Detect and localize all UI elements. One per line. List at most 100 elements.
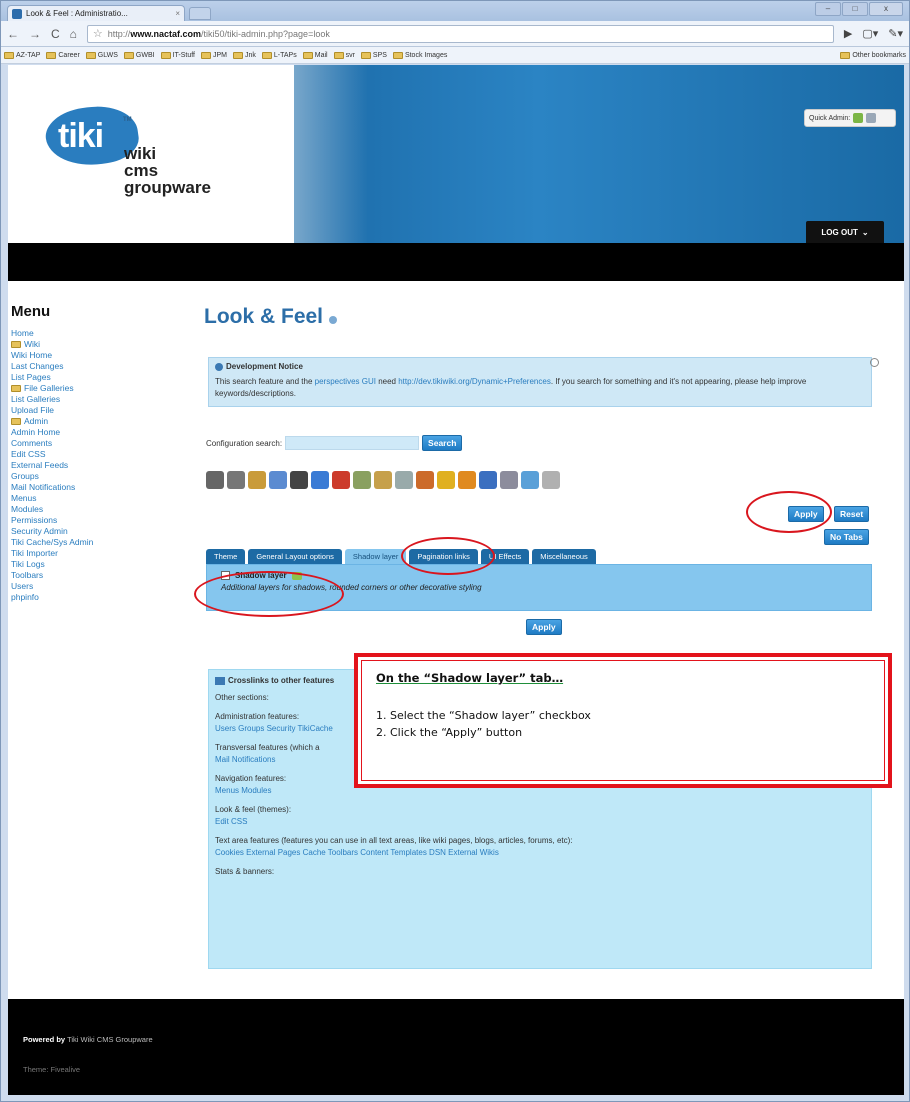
folder-icon <box>360 51 371 59</box>
lookfeel-links[interactable]: Edit CSS <box>215 817 865 826</box>
admin-feature-icon[interactable] <box>395 471 413 489</box>
menu-item[interactable]: Wiki <box>11 339 191 350</box>
address-bar[interactable]: ☆ http://www.nactaf.com/tiki50/tiki-admi… <box>86 24 834 43</box>
bookmark-item[interactable]: IT-Stuff <box>160 51 195 59</box>
menu-item[interactable]: Tiki Logs <box>11 559 191 570</box>
bookmark-item[interactable]: GWBI <box>123 51 155 59</box>
bookmark-item[interactable]: JPM <box>201 51 227 59</box>
admin-feature-icon[interactable] <box>437 471 455 489</box>
minimize-button[interactable]: – <box>815 2 841 16</box>
admin-feature-icon[interactable] <box>206 471 224 489</box>
reload-icon[interactable]: C <box>51 27 60 41</box>
admin-feature-icon[interactable] <box>521 471 539 489</box>
close-window-button[interactable]: x <box>869 2 903 16</box>
dynamic-preferences-link[interactable]: http://dev.tikiwiki.org/Dynamic+Preferen… <box>398 377 551 386</box>
bookmark-item[interactable]: AZ-TAP <box>4 51 40 59</box>
menu-item[interactable]: Mail Notifications <box>11 482 191 493</box>
menu-item[interactable]: Comments <box>11 438 191 449</box>
menu-item[interactable]: Wiki Home <box>11 350 191 361</box>
menu-item[interactable]: Admin <box>11 416 191 427</box>
admin-feature-icon[interactable] <box>332 471 350 489</box>
recycle-icon[interactable] <box>853 113 864 123</box>
bookmark-star-icon[interactable]: ☆ <box>93 27 103 40</box>
menu-item-label: Upload File <box>11 405 54 415</box>
admin-feature-icon[interactable] <box>269 471 287 489</box>
tab-theme[interactable]: Theme <box>206 549 246 564</box>
browser-tab[interactable]: Look & Feel : Administratio... × <box>7 5 185 21</box>
menu-item[interactable]: Edit CSS <box>11 449 191 460</box>
help-icon[interactable] <box>329 316 338 324</box>
admin-feature-icon[interactable] <box>353 471 371 489</box>
admin-feature-icon[interactable] <box>227 471 245 489</box>
bookmark-item[interactable]: Career <box>46 51 80 59</box>
admin-feature-icon[interactable] <box>290 471 308 489</box>
menu-item[interactable]: Admin Home <box>11 427 191 438</box>
page-menu-icon[interactable]: ▢▾ <box>862 27 878 40</box>
menu-item[interactable]: Users <box>11 581 191 592</box>
tab-close-icon[interactable]: × <box>175 9 180 18</box>
menu-item[interactable]: External Feeds <box>11 460 191 471</box>
callout-step-2: 2. Click the “Apply” button <box>376 726 523 739</box>
quick-admin[interactable]: Quick Admin: <box>804 109 896 127</box>
admin-feature-icon[interactable] <box>248 471 266 489</box>
admin-feature-icon[interactable] <box>500 471 518 489</box>
tab-general-layout-options[interactable]: General Layout options <box>248 549 342 564</box>
admin-feature-icon[interactable] <box>311 471 329 489</box>
menu-item-label: Mail Notifications <box>11 482 76 492</box>
admin-feature-icon[interactable] <box>374 471 392 489</box>
bookmark-item[interactable]: Stock Images <box>392 51 447 59</box>
apply-button[interactable]: Apply <box>526 619 562 635</box>
admin-feature-icon[interactable] <box>542 471 560 489</box>
menu-item[interactable]: Tiki Importer <box>11 548 191 559</box>
menu-item[interactable]: Upload File <box>11 405 191 416</box>
bookmark-item[interactable]: SPS <box>360 51 387 59</box>
no-tabs-button[interactable]: No Tabs <box>824 529 869 545</box>
menu-item[interactable]: File Galleries <box>11 383 191 394</box>
tab-shadow-layer[interactable]: Shadow layer <box>344 549 407 564</box>
folder-icon <box>302 51 313 59</box>
bookmark-item[interactable]: Mail <box>302 51 328 59</box>
config-search-input[interactable] <box>285 436 420 450</box>
other-bookmarks[interactable]: Other bookmarks <box>840 51 906 59</box>
menu-item[interactable]: phpinfo <box>11 592 191 603</box>
bookmark-item[interactable]: Jnk <box>233 51 256 59</box>
maximize-button[interactable]: □ <box>842 2 868 16</box>
menu-item[interactable]: Menus <box>11 493 191 504</box>
menu-title: Menu <box>11 303 51 320</box>
wrench-menu-icon[interactable]: ✎▾ <box>888 27 903 40</box>
powered-by-link[interactable]: Tiki Wiki CMS Groupware <box>67 1035 153 1044</box>
tab-miscellaneous[interactable]: Miscellaneous <box>532 549 596 564</box>
folder-icon <box>11 418 21 425</box>
admin-feature-icon[interactable] <box>479 471 497 489</box>
logo-sub-groupware: groupware <box>124 178 211 197</box>
play-icon[interactable]: ▶ <box>844 27 852 40</box>
menu-item[interactable]: Toolbars <box>11 570 191 581</box>
new-tab-button[interactable] <box>189 7 211 20</box>
home-icon[interactable]: ⌂ <box>70 27 77 41</box>
notice-close-icon[interactable] <box>870 358 879 367</box>
menu-item[interactable]: Security Admin <box>11 526 191 537</box>
bookmark-item[interactable]: svr <box>333 51 355 59</box>
back-icon[interactable]: ← <box>7 27 19 41</box>
menu-item[interactable]: Tiki Cache/Sys Admin <box>11 537 191 548</box>
menu-item[interactable]: Last Changes <box>11 361 191 372</box>
logout-button[interactable]: LOG OUT ⌄ <box>806 221 884 243</box>
search-button[interactable]: Search <box>422 435 463 451</box>
textarea-links[interactable]: Cookies External Pages Cache Toolbars Co… <box>215 848 865 857</box>
menu-item[interactable]: List Pages <box>11 372 191 383</box>
menu-item[interactable]: List Galleries <box>11 394 191 405</box>
menu-item[interactable]: Home <box>11 328 191 339</box>
admin-feature-icon[interactable] <box>458 471 476 489</box>
forward-icon[interactable]: → <box>29 27 41 41</box>
menu-item-label: Permissions <box>11 515 58 525</box>
perspectives-link[interactable]: perspectives GUI <box>315 377 376 386</box>
admin-feature-icon[interactable] <box>416 471 434 489</box>
textarea-label: Text area features (features you can use… <box>215 836 573 845</box>
bookmark-item[interactable]: L-TAPs <box>261 51 297 59</box>
bookmark-item[interactable]: GLWS <box>85 51 118 59</box>
reset-button[interactable]: Reset <box>834 506 870 522</box>
menu-item[interactable]: Permissions <box>11 515 191 526</box>
menu-item[interactable]: Groups <box>11 471 191 482</box>
menu-item[interactable]: Modules <box>11 504 191 515</box>
wrench-icon[interactable] <box>866 113 877 123</box>
